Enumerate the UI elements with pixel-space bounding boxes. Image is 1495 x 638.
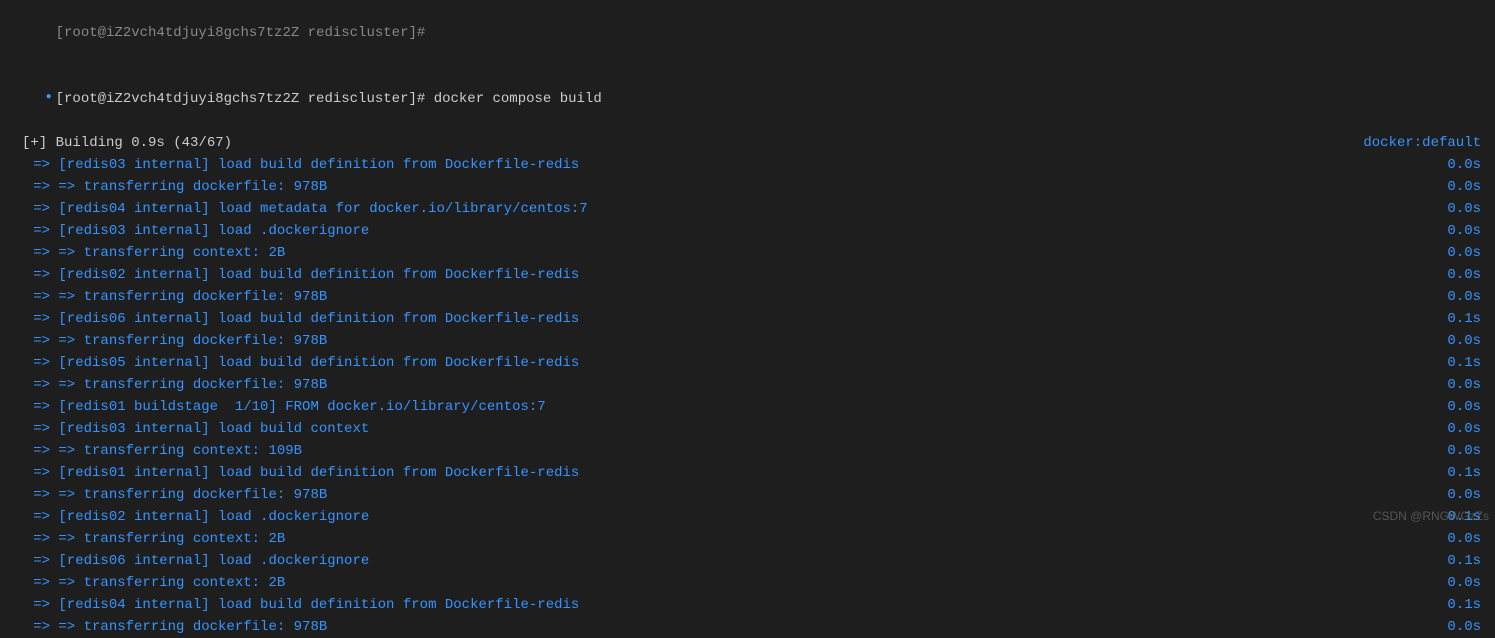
build-step-row: => => transferring dockerfile: 978B 0.0s [8,374,1487,396]
build-step-text: => => transferring dockerfile: 978B [8,330,327,352]
build-step-time: 0.0s [1447,374,1487,396]
modified-dot-icon: ● [42,87,56,109]
build-step-text: => => transferring context: 109B [8,440,302,462]
build-step-time: 0.0s [1447,396,1487,418]
build-step-text: => => transferring dockerfile: 978B [8,484,327,506]
shell-command: docker compose build [434,91,602,107]
prompt-line: ●[root@iZ2vch4tdjuyi8gchs7tz2Z redisclus… [8,66,1487,132]
build-step-text: => [redis04 internal] load build definit… [8,594,579,616]
build-step-row: => => transferring context: 2B 0.0s [8,242,1487,264]
build-step-time: 0.0s [1447,440,1487,462]
build-step-row: => [redis03 internal] load build context… [8,418,1487,440]
build-step-time: 0.0s [1447,154,1487,176]
build-steps-list: => [redis03 internal] load build definit… [8,154,1487,638]
build-status: [+] Building 0.9s (43/67) [22,135,232,151]
build-step-row: => [redis03 internal] load build definit… [8,154,1487,176]
build-step-row: => [redis03 internal] load .dockerignore… [8,220,1487,242]
build-step-text: => => transferring dockerfile: 978B [8,616,327,638]
build-step-time: 0.1s [1447,550,1487,572]
build-step-row: => [redis02 internal] load build definit… [8,264,1487,286]
build-step-time: 0.0s [1447,616,1487,638]
build-step-text: => => transferring context: 2B [8,572,285,594]
build-step-row: => [redis02 internal] load .dockerignore… [8,506,1487,528]
gutter-marker [42,22,56,44]
build-step-text: => [redis03 internal] load .dockerignore [8,220,369,242]
build-status-row: [+] Building 0.9s (43/67) docker:default [8,132,1487,154]
build-step-text: => [redis03 internal] load build context [8,418,369,440]
build-step-time: 0.1s [1447,308,1487,330]
build-step-time: 0.0s [1447,264,1487,286]
build-step-row: => [redis04 internal] load build definit… [8,594,1487,616]
build-step-row: => => transferring context: 2B 0.0s [8,572,1487,594]
build-step-row: => [redis01 buildstage 1/10] FROM docker… [8,396,1487,418]
build-step-text: => [redis02 internal] load build definit… [8,264,579,286]
build-step-row: => [redis01 internal] load build definit… [8,462,1487,484]
docker-context: docker:default [1363,132,1487,154]
build-step-row: => => transferring context: 2B 0.0s [8,528,1487,550]
build-step-row: => [redis04 internal] load metadata for … [8,198,1487,220]
build-step-text: => => transferring context: 2B [8,528,285,550]
terminal-output[interactable]: [root@iZ2vch4tdjuyi8gchs7tz2Z redisclust… [0,0,1495,638]
build-step-row: => [redis05 internal] load build definit… [8,352,1487,374]
build-step-text: => [redis04 internal] load metadata for … [8,198,588,220]
build-step-row: => => transferring context: 109B 0.0s [8,440,1487,462]
watermark: CSDN @RNGWGzZs [1373,505,1489,527]
build-step-time: 0.0s [1447,418,1487,440]
build-step-time: 0.0s [1447,198,1487,220]
build-step-text: => [redis06 internal] load .dockerignore [8,550,369,572]
build-step-text: => [redis03 internal] load build definit… [8,154,579,176]
build-step-row: => [redis06 internal] load .dockerignore… [8,550,1487,572]
build-step-time: 0.0s [1447,330,1487,352]
build-step-text: => => transferring dockerfile: 978B [8,176,327,198]
build-step-row: => => transferring dockerfile: 978B 0.0s [8,484,1487,506]
build-step-time: 0.0s [1447,176,1487,198]
build-step-time: 0.1s [1447,594,1487,616]
build-step-text: => => transferring dockerfile: 978B [8,374,327,396]
build-step-text: => [redis05 internal] load build definit… [8,352,579,374]
shell-prompt-prev: [root@iZ2vch4tdjuyi8gchs7tz2Z redisclust… [56,25,426,41]
build-step-time: 0.0s [1447,572,1487,594]
build-step-time: 0.0s [1447,286,1487,308]
build-step-row: => [redis06 internal] load build definit… [8,308,1487,330]
build-step-time: 0.1s [1447,462,1487,484]
build-step-text: => => transferring dockerfile: 978B [8,286,327,308]
build-step-time: 0.0s [1447,242,1487,264]
build-step-text: => [redis01 internal] load build definit… [8,462,579,484]
prompt-line-prev: [root@iZ2vch4tdjuyi8gchs7tz2Z redisclust… [8,0,1487,66]
build-step-time: 0.1s [1447,352,1487,374]
build-step-row: => => transferring dockerfile: 978B 0.0s [8,330,1487,352]
build-step-time: 0.0s [1447,528,1487,550]
build-step-row: => => transferring dockerfile: 978B 0.0s [8,616,1487,638]
build-step-text: => [redis06 internal] load build definit… [8,308,579,330]
build-step-text: => [redis01 buildstage 1/10] FROM docker… [8,396,546,418]
build-step-time: 0.0s [1447,220,1487,242]
build-step-row: => => transferring dockerfile: 978B 0.0s [8,176,1487,198]
build-step-row: => => transferring dockerfile: 978B 0.0s [8,286,1487,308]
build-step-text: => [redis02 internal] load .dockerignore [8,506,369,528]
build-step-time: 0.0s [1447,484,1487,506]
shell-prompt: [root@iZ2vch4tdjuyi8gchs7tz2Z redisclust… [56,91,426,107]
build-step-text: => => transferring context: 2B [8,242,285,264]
